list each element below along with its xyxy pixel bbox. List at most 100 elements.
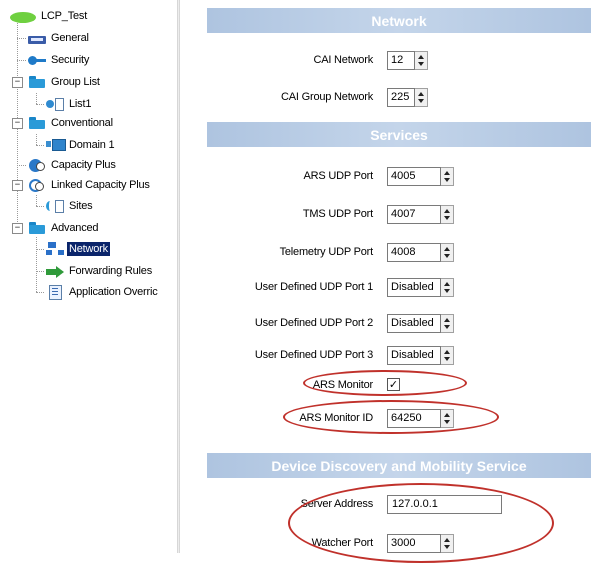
tree-item-forwarding-rules[interactable]: Forwarding Rules (46, 262, 154, 280)
spinbox-value[interactable]: Disabled (387, 346, 441, 365)
key-icon (28, 53, 46, 67)
spin-arrows-icon[interactable] (441, 534, 454, 553)
spinbox-value[interactable]: 64250 (387, 409, 441, 428)
ars-monitor-checkbox[interactable]: ✓ (387, 378, 400, 391)
radio-root-icon (10, 11, 36, 23)
watcher-port-spinbox[interactable]: 3000 (387, 534, 454, 553)
tree-connector (36, 104, 44, 105)
tree-item-label: Forwarding Rules (69, 265, 153, 277)
tms-udp-port-spinbox[interactable]: 4007 (387, 205, 454, 224)
field-label: Watcher Port (311, 537, 374, 549)
tree-item-label: Application Overric (69, 286, 158, 298)
tree-item-capacity-plus[interactable]: Capacity Plus (28, 156, 118, 174)
user-udp-port-1-spinbox[interactable]: Disabled (387, 278, 454, 297)
tree-connector (36, 271, 44, 272)
field-label: TMS UDP Port (302, 208, 373, 220)
field-label: ARS Monitor (312, 379, 373, 391)
cai-network-spinbox[interactable]: 12 (387, 51, 428, 70)
spin-arrows-icon[interactable] (415, 51, 428, 70)
user-udp-port-2-row: User Defined UDP Port 2 Disabled (180, 314, 599, 334)
ars-udp-port-spinbox[interactable]: 4005 (387, 167, 454, 186)
user-udp-port-1-row: User Defined UDP Port 1 Disabled (180, 278, 599, 298)
field-label: CAI Group Network (281, 91, 373, 103)
expand-group-list-toggle[interactable]: − (12, 77, 23, 88)
tree-item-label: Group List (51, 76, 100, 88)
tree-connector (36, 145, 44, 146)
tree-connector (17, 165, 26, 166)
spinbox-value[interactable]: 225 (387, 88, 415, 107)
telemetry-udp-port-spinbox[interactable]: 4008 (387, 243, 454, 262)
tree-connector (17, 38, 26, 39)
spinbox-value[interactable]: 3000 (387, 534, 441, 553)
sites-icon (46, 199, 64, 213)
spin-arrows-icon[interactable] (415, 88, 428, 107)
tree-connector (36, 195, 37, 206)
server-address-row: Server Address 127.0.0.1 (180, 495, 599, 515)
tree-item-security[interactable]: Security (28, 51, 91, 69)
field-label: CAI Network (313, 54, 373, 66)
tree-item-label: Linked Capacity Plus (51, 179, 150, 191)
cai-network-row: CAI Network 12 (180, 51, 599, 71)
spin-arrows-icon[interactable] (441, 314, 454, 333)
tree-item-label: Security (51, 54, 90, 66)
tree-item-label: Advanced (51, 222, 99, 234)
user-udp-port-3-spinbox[interactable]: Disabled (387, 346, 454, 365)
cai-group-network-spinbox[interactable]: 225 (387, 88, 428, 107)
tree-item-domain-1[interactable]: Domain 1 (46, 136, 116, 154)
tree-item-label: Domain 1 (69, 139, 115, 151)
tree-item-list1[interactable]: List1 (46, 95, 93, 113)
server-address-input[interactable]: 127.0.0.1 (387, 495, 502, 514)
capacity-plus-icon (28, 158, 46, 172)
ars-udp-port-row: ARS UDP Port 4005 (180, 167, 599, 187)
tree-item-label: Network (67, 242, 110, 256)
tree-connector (36, 237, 37, 292)
spin-arrows-icon[interactable] (441, 278, 454, 297)
tree-connector (36, 292, 44, 293)
tree-connector (36, 134, 37, 145)
field-label: User Defined UDP Port 1 (254, 281, 373, 293)
field-label: Server Address (300, 498, 374, 510)
field-label: User Defined UDP Port 3 (254, 349, 373, 361)
tree-item-network[interactable]: Network (46, 240, 110, 258)
spinbox-value[interactable]: Disabled (387, 314, 441, 333)
tree-item-root[interactable]: LCP_Test (10, 7, 89, 25)
field-label: ARS Monitor ID (299, 412, 373, 424)
tree-item-linked-capacity-plus[interactable]: Linked Capacity Plus (28, 176, 152, 194)
tree-connector (36, 93, 37, 104)
spinbox-value[interactable]: Disabled (387, 278, 441, 297)
spin-arrows-icon[interactable] (441, 346, 454, 365)
spin-arrows-icon[interactable] (441, 243, 454, 262)
spin-arrows-icon[interactable] (441, 167, 454, 186)
tree-item-label: General (51, 32, 89, 44)
spinbox-value[interactable]: 4007 (387, 205, 441, 224)
tree-item-label: List1 (69, 98, 92, 110)
tree-item-group-list[interactable]: Group List (28, 73, 102, 91)
spinbox-value[interactable]: 4005 (387, 167, 441, 186)
talkgroup-list-icon (46, 97, 64, 111)
tree-connector (36, 249, 44, 250)
network-settings-panel: Network CAI Network 12 CAI Group Network… (180, 0, 599, 563)
spinbox-value[interactable]: 12 (387, 51, 415, 70)
general-settings-icon (28, 35, 46, 44)
expand-advanced-toggle[interactable]: − (12, 223, 23, 234)
spin-arrows-icon[interactable] (441, 409, 454, 428)
tree-item-application-override[interactable]: Application Overric (46, 283, 160, 301)
tree-item-label: LCP_Test (41, 10, 88, 22)
tree-item-sites[interactable]: Sites (46, 197, 94, 215)
expand-linked-capacity-plus-toggle[interactable]: − (12, 180, 23, 191)
tree-item-advanced[interactable]: Advanced (28, 219, 100, 237)
tree-item-label: Sites (69, 200, 93, 212)
ars-monitor-id-spinbox[interactable]: 64250 (387, 409, 454, 428)
tree-item-general[interactable]: General (28, 29, 91, 47)
spinbox-value[interactable]: 4008 (387, 243, 441, 262)
tree-item-conventional[interactable]: Conventional (28, 114, 115, 132)
field-label: Telemetry UDP Port (279, 246, 374, 258)
expand-conventional-toggle[interactable]: − (12, 118, 23, 129)
forward-arrow-icon (46, 264, 64, 278)
user-udp-port-2-spinbox[interactable]: Disabled (387, 314, 454, 333)
spin-arrows-icon[interactable] (441, 205, 454, 224)
application-icon (46, 285, 64, 300)
tree-item-label: Capacity Plus (51, 159, 116, 171)
section-header-services: Services (207, 122, 591, 147)
linked-capacity-plus-icon (28, 178, 46, 192)
